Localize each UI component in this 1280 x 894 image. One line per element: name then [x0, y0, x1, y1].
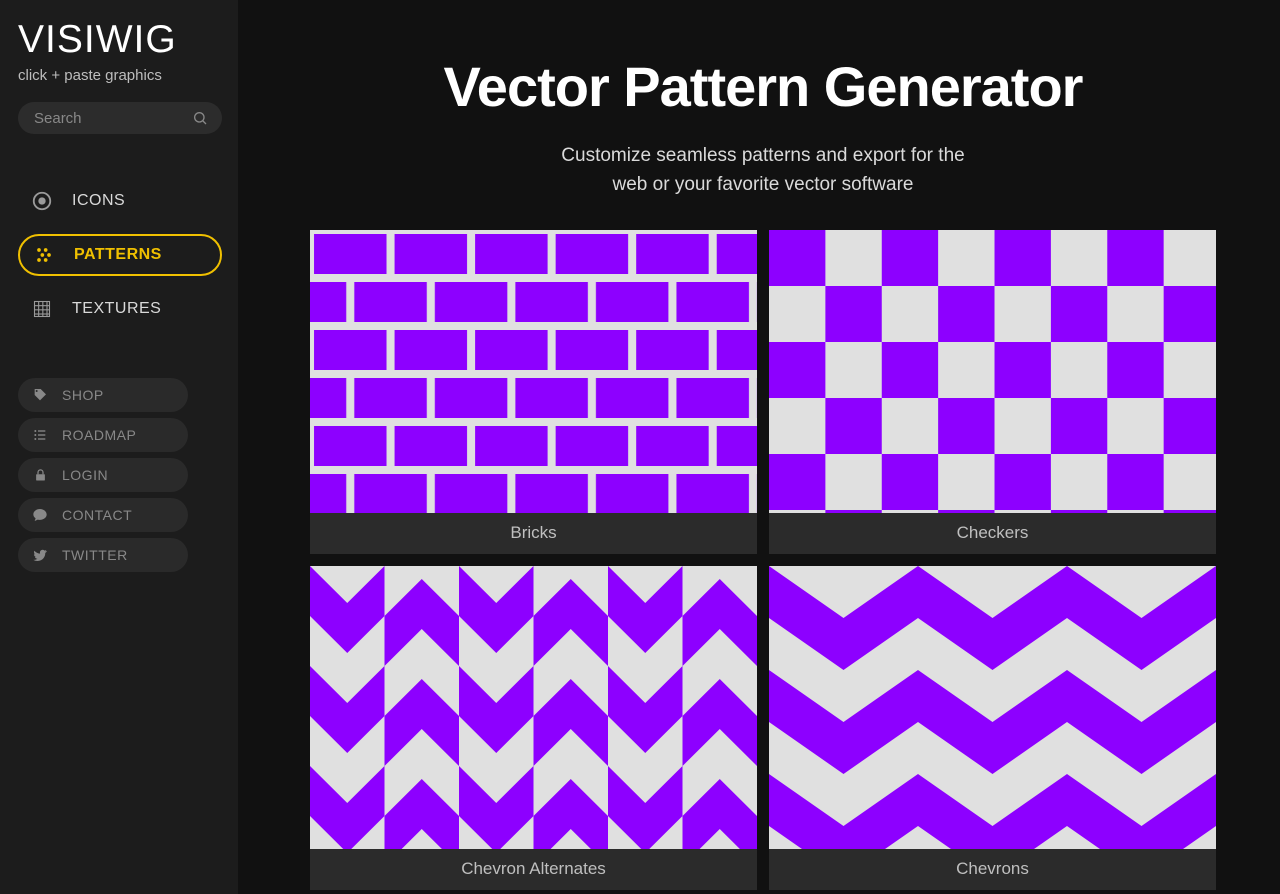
subtitle-line: web or your favorite vector software [613, 174, 914, 195]
sidebar-item-label: PATTERNS [74, 246, 162, 264]
sidebar-pill-twitter[interactable]: TWITTER [18, 538, 188, 572]
pattern-preview-chevron-alternates [310, 566, 757, 849]
sidebar-pill-roadmap[interactable]: ROADMAP [18, 418, 188, 452]
pattern-card-label: Chevrons [769, 849, 1216, 890]
sidebar-item-label: ICONS [72, 192, 125, 210]
tagline: click + paste graphics [18, 67, 222, 84]
page-subtitle: Customize seamless patterns and export f… [310, 141, 1216, 200]
pattern-card-chevrons[interactable]: Chevrons [769, 566, 1216, 890]
subtitle-line: Customize seamless patterns and export f… [561, 145, 964, 166]
dots-icon [32, 243, 56, 267]
tag-icon [32, 387, 48, 403]
page-title: Vector Pattern Generator [310, 54, 1216, 119]
sidebar-item-label: TEXTURES [72, 300, 161, 318]
sidebar-pill-label: TWITTER [62, 547, 128, 563]
sidebar-pill-label: SHOP [62, 387, 104, 403]
search-icon [192, 110, 208, 126]
main: Vector Pattern Generator Customize seaml… [238, 0, 1280, 894]
sidebar-pill-label: LOGIN [62, 467, 108, 483]
nav-primary: ICONS PATTERNS [18, 180, 222, 330]
pattern-card-label: Checkers [769, 513, 1216, 554]
pattern-preview-chevrons [769, 566, 1216, 849]
nav-secondary: SHOP ROADMAP [18, 378, 222, 572]
sidebar-item-icons[interactable]: ICONS [18, 180, 222, 222]
list-icon [32, 427, 48, 443]
pattern-card-label: Bricks [310, 513, 757, 554]
grid-icon [30, 297, 54, 321]
pattern-card-checkers[interactable]: Checkers [769, 230, 1216, 554]
pattern-preview-bricks [310, 230, 757, 513]
pattern-card-chevron-alternates[interactable]: Chevron Alternates [310, 566, 757, 890]
target-icon [30, 189, 54, 213]
logo[interactable]: VISIWIG [18, 20, 222, 59]
chat-icon [32, 507, 48, 523]
sidebar-pill-login[interactable]: LOGIN [18, 458, 188, 492]
pattern-grid: Bricks Che [310, 230, 1216, 890]
twitter-icon [32, 547, 48, 563]
sidebar-pill-label: CONTACT [62, 507, 132, 523]
sidebar-pill-shop[interactable]: SHOP [18, 378, 188, 412]
sidebar-item-textures[interactable]: TEXTURES [18, 288, 222, 330]
pattern-card-bricks[interactable]: Bricks [310, 230, 757, 554]
sidebar-pill-label: ROADMAP [62, 427, 136, 443]
pattern-preview-checkers [769, 230, 1216, 513]
sidebar-pill-contact[interactable]: CONTACT [18, 498, 188, 532]
sidebar-item-patterns[interactable]: PATTERNS [18, 234, 222, 276]
pattern-card-label: Chevron Alternates [310, 849, 757, 890]
search-wrap [18, 102, 222, 134]
sidebar: VISIWIG click + paste graphics ICONS [0, 0, 238, 894]
lock-icon [32, 467, 48, 483]
